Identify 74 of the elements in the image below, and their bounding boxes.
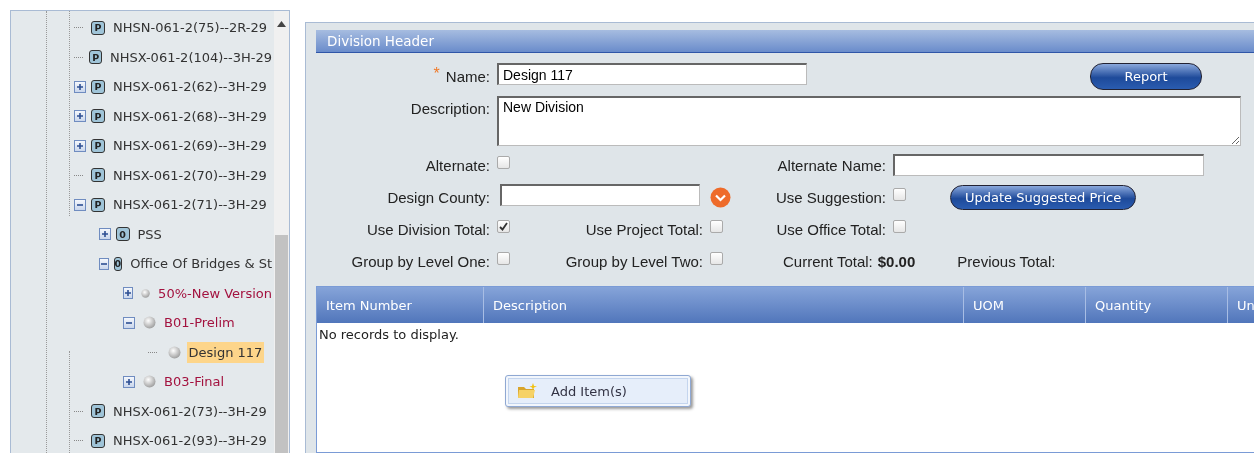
panel-header: Division Header [316,30,1254,53]
sphere-icon [143,375,156,389]
design-county-field[interactable] [500,184,700,206]
field-label: Use Project Total: [585,220,703,238]
alternate-name-field[interactable] [893,154,1204,176]
field-label: Use Office Total: [776,220,886,238]
tree-item[interactable]: Design 117 [186,341,265,363]
collapse-icon[interactable] [74,198,86,211]
field-label: Alternate Name: [777,156,886,174]
badge-icon: P [91,433,105,448]
checkbox[interactable] [893,219,906,233]
sphere-icon [143,316,156,330]
tree-item[interactable]: NHSX-061-2(68)--3H-29 [111,105,269,127]
field-label: Use Division Total: [366,220,490,238]
tree-item[interactable]: Office Of Bridges & St [128,253,274,275]
description-field[interactable]: New Division [497,96,1241,146]
field-label: Use Suggestion: [775,188,886,206]
expand-icon[interactable] [74,110,86,123]
tree-item[interactable]: NHSX-061-2(104)--3H-29 [107,46,274,68]
collapse-icon[interactable] [123,316,135,329]
field-label: Name: [445,68,490,85]
total-value: $0.00 [877,252,916,270]
field-label: Group by Level One: [351,252,490,270]
badge-icon: P [91,20,105,35]
tree-item[interactable]: 50%-New Version [156,282,274,304]
tree-item[interactable]: NHSX-061-2(70)--3H-29 [111,164,269,186]
field-label: Design County: [387,188,490,206]
badge-icon: P [91,197,105,212]
tree-item[interactable]: NHSX-061-2(93)--3H-29 [111,430,269,452]
expand-icon[interactable] [123,375,135,388]
scrollbar[interactable] [274,11,289,453]
checkbox[interactable] [710,219,723,233]
field-label: Previous Total: [957,252,1056,270]
expand-icon[interactable] [98,228,111,241]
badge-icon: P [91,138,105,153]
checkbox[interactable] [497,251,510,265]
sphere-icon [141,286,151,300]
badge-icon: P [91,168,105,183]
menu-item[interactable]: Add Item(s) [508,378,688,404]
field-label: Alternate: [425,156,490,174]
expand-icon[interactable] [123,287,133,300]
name-field[interactable]: Design 117 [497,63,807,85]
badge-icon: 0 [115,227,130,242]
folder-icon [517,383,537,399]
badge-icon: P [91,109,105,124]
dropdown-icon[interactable] [710,186,731,208]
badge-icon: P [89,50,102,65]
report-button[interactable]: Report [1090,63,1202,90]
tree-item[interactable]: NHSX-061-2(62)--3H-29 [111,76,269,98]
badge-icon: P [91,404,105,419]
tree-item[interactable]: NHSX-061-2(73)--3H-29 [111,400,269,422]
tree-item[interactable]: NHSN-061-2(75)--2R-29 [111,17,270,39]
tree-item[interactable]: NHSX-061-2(69)--3H-29 [111,135,269,157]
tree-item[interactable]: NHSX-061-2(71)--3H-29 [111,194,269,216]
scroll-up-icon[interactable] [277,21,286,27]
tree-item[interactable]: B03-Final [162,371,227,393]
field-label: Group by Level Two: [565,252,703,270]
badge-icon: 0 [113,256,123,271]
tree-item[interactable]: B01-Prelim [162,312,237,334]
field-label: Description: [410,100,490,117]
expand-icon[interactable] [74,139,86,152]
collapse-icon[interactable] [98,257,109,270]
checkbox[interactable] [893,187,906,201]
checkbox[interactable] [497,155,510,169]
badge-icon: P [91,79,105,94]
field-label: Current Total: [783,252,873,270]
sphere-icon [167,345,181,359]
update-price-button[interactable]: Update Suggested Price [950,184,1137,210]
expand-icon[interactable] [74,80,86,93]
checkbox[interactable] [710,251,723,265]
tree-item[interactable]: PSS [135,223,164,245]
required-mark: * [433,65,440,83]
empty-message: No records to display. [318,326,460,344]
checkbox[interactable] [497,219,510,233]
